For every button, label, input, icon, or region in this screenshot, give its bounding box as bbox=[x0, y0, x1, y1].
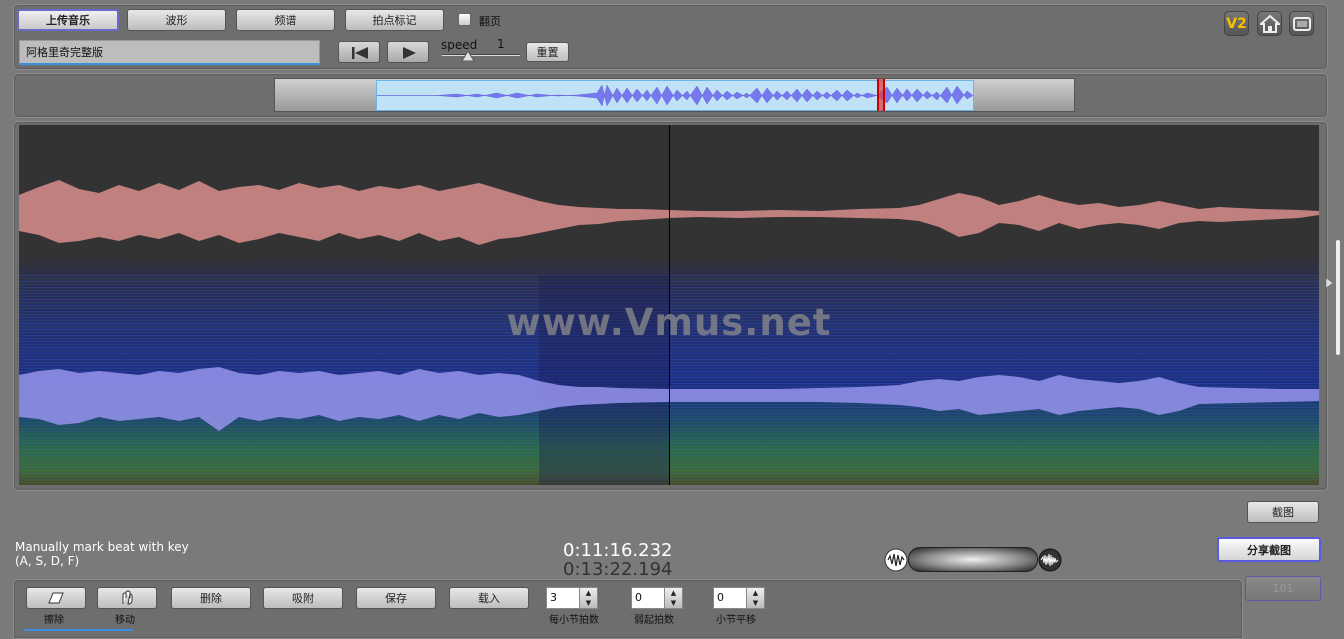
spectrogram-view[interactable]: www.Vmus.net bbox=[19, 125, 1319, 485]
page-turn-checkbox[interactable] bbox=[458, 13, 471, 26]
scroll-arrow-icon[interactable] bbox=[1326, 277, 1334, 289]
upload-music-button[interactable]: 上传音乐 bbox=[17, 9, 119, 31]
speed-slider-thumb[interactable] bbox=[462, 51, 474, 61]
erase-button[interactable] bbox=[26, 587, 86, 609]
beats-per-bar-label: 每小节拍数 bbox=[549, 615, 599, 626]
skip-to-start-button[interactable] bbox=[338, 41, 380, 63]
waveform-large-icon[interactable] bbox=[1038, 548, 1062, 572]
move-icon bbox=[122, 590, 133, 605]
load-button[interactable]: 载入 bbox=[449, 587, 529, 609]
beats-per-bar-arrows[interactable]: ▲ ▼ bbox=[580, 587, 598, 609]
down-arrow-icon[interactable]: ▼ bbox=[586, 599, 591, 607]
home-button[interactable] bbox=[1257, 11, 1282, 36]
speed-slider[interactable] bbox=[442, 51, 520, 61]
eraser-icon bbox=[48, 592, 64, 604]
overview-track[interactable] bbox=[274, 78, 1075, 112]
bar-shift-label: 小节平移 bbox=[716, 615, 756, 626]
pickup-beats-stepper[interactable]: 0 ▲ ▼ bbox=[631, 587, 683, 609]
up-arrow-icon[interactable]: ▲ bbox=[753, 589, 758, 597]
move-button[interactable] bbox=[97, 587, 157, 609]
overview-playhead[interactable] bbox=[877, 79, 885, 111]
snap-button[interactable]: 吸附 bbox=[263, 587, 343, 609]
move-label: 移动 bbox=[115, 615, 135, 626]
beat-hint: Manually mark beat with key (A, S, D, F) bbox=[15, 540, 189, 568]
up-arrow-icon[interactable]: ▲ bbox=[586, 589, 591, 597]
bar-shift-arrows[interactable]: ▲ ▼ bbox=[747, 587, 765, 609]
beat-hint-line1: Manually mark beat with key bbox=[15, 540, 189, 554]
speed-value: 1 bbox=[497, 37, 505, 51]
watermark: www.Vmus.net bbox=[506, 301, 832, 344]
home-icon bbox=[1259, 14, 1280, 33]
bar-shift-stepper[interactable]: 0 ▲ ▼ bbox=[713, 587, 765, 609]
share-screenshot-button[interactable]: 分享截图 bbox=[1217, 537, 1321, 562]
up-arrow-icon[interactable]: ▲ bbox=[671, 589, 676, 597]
song-name-field[interactable]: 阿格里奇完整版 bbox=[19, 40, 320, 65]
speed-slider-track bbox=[442, 54, 520, 56]
erase-label: 擦除 bbox=[44, 615, 64, 626]
waveform-small-icon[interactable] bbox=[884, 548, 908, 572]
beat-mark-button[interactable]: 拍点标记 bbox=[345, 9, 444, 31]
page-turn-label: 翻页 bbox=[479, 15, 501, 28]
down-arrow-icon[interactable]: ▼ bbox=[671, 599, 676, 607]
spectrum-button[interactable]: 频谱 bbox=[236, 9, 335, 31]
beat-hint-line2: (A, S, D, F) bbox=[15, 554, 80, 568]
version-badge[interactable]: V2 bbox=[1224, 11, 1249, 36]
play-button[interactable] bbox=[387, 41, 429, 63]
vertical-scroll-handle[interactable] bbox=[1336, 240, 1340, 355]
beats-per-bar-stepper[interactable]: 3 ▲ ▼ bbox=[546, 587, 598, 609]
version-badge-text: V2 bbox=[1226, 15, 1247, 32]
speed-label: speed bbox=[441, 38, 478, 52]
total-time: 0:13:22.194 bbox=[563, 559, 673, 580]
screen-button[interactable] bbox=[1289, 11, 1314, 36]
down-arrow-icon[interactable]: ▼ bbox=[753, 599, 758, 607]
delete-button[interactable]: 删除 bbox=[171, 587, 251, 609]
zoom-slider[interactable] bbox=[908, 547, 1038, 572]
pickup-beats-label: 弱起拍数 bbox=[634, 615, 674, 626]
reset-speed-button[interactable]: 重置 bbox=[526, 42, 569, 62]
waveform-button[interactable]: 波形 bbox=[127, 9, 226, 31]
save-button[interactable]: 保存 bbox=[356, 587, 436, 609]
bottom-row-hint bbox=[24, 629, 134, 634]
screenshot-button[interactable]: 截图 bbox=[1247, 501, 1319, 523]
bar-shift-field[interactable]: 0 bbox=[713, 587, 747, 609]
disabled-button: 101 bbox=[1245, 576, 1321, 601]
screen-icon bbox=[1292, 16, 1311, 31]
skip-back-icon bbox=[352, 47, 368, 59]
pickup-beats-arrows[interactable]: ▲ ▼ bbox=[665, 587, 683, 609]
pickup-beats-field[interactable]: 0 bbox=[631, 587, 665, 609]
current-time: 0:11:16.232 bbox=[563, 540, 673, 561]
beats-per-bar-field[interactable]: 3 bbox=[546, 587, 580, 609]
play-icon bbox=[403, 47, 416, 59]
